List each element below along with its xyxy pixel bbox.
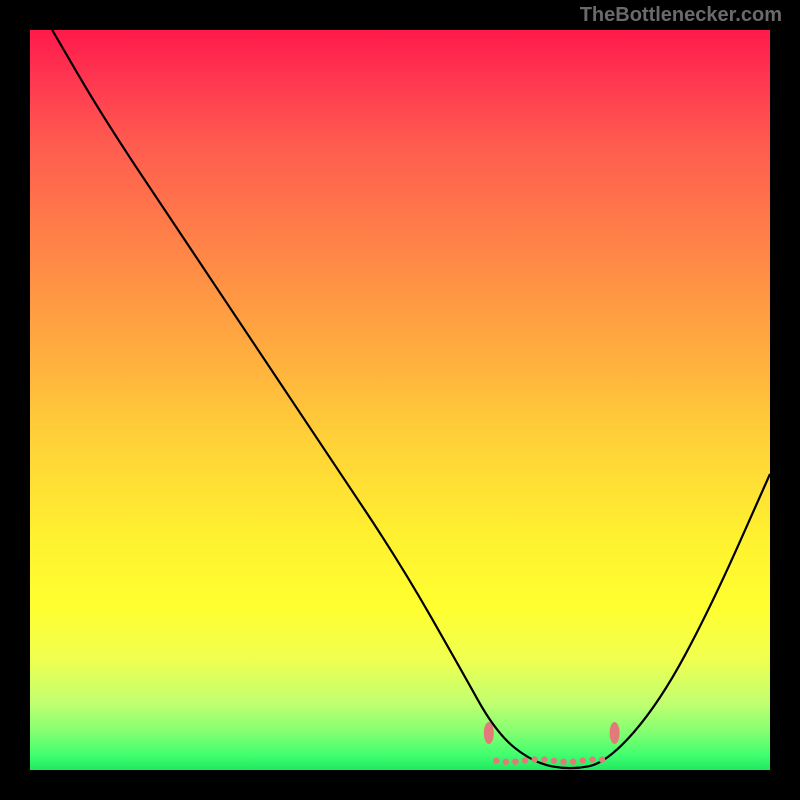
- plot-area: [30, 30, 770, 770]
- attribution-text: TheBottlenecker.com: [580, 4, 782, 27]
- gradient-background: [30, 30, 770, 770]
